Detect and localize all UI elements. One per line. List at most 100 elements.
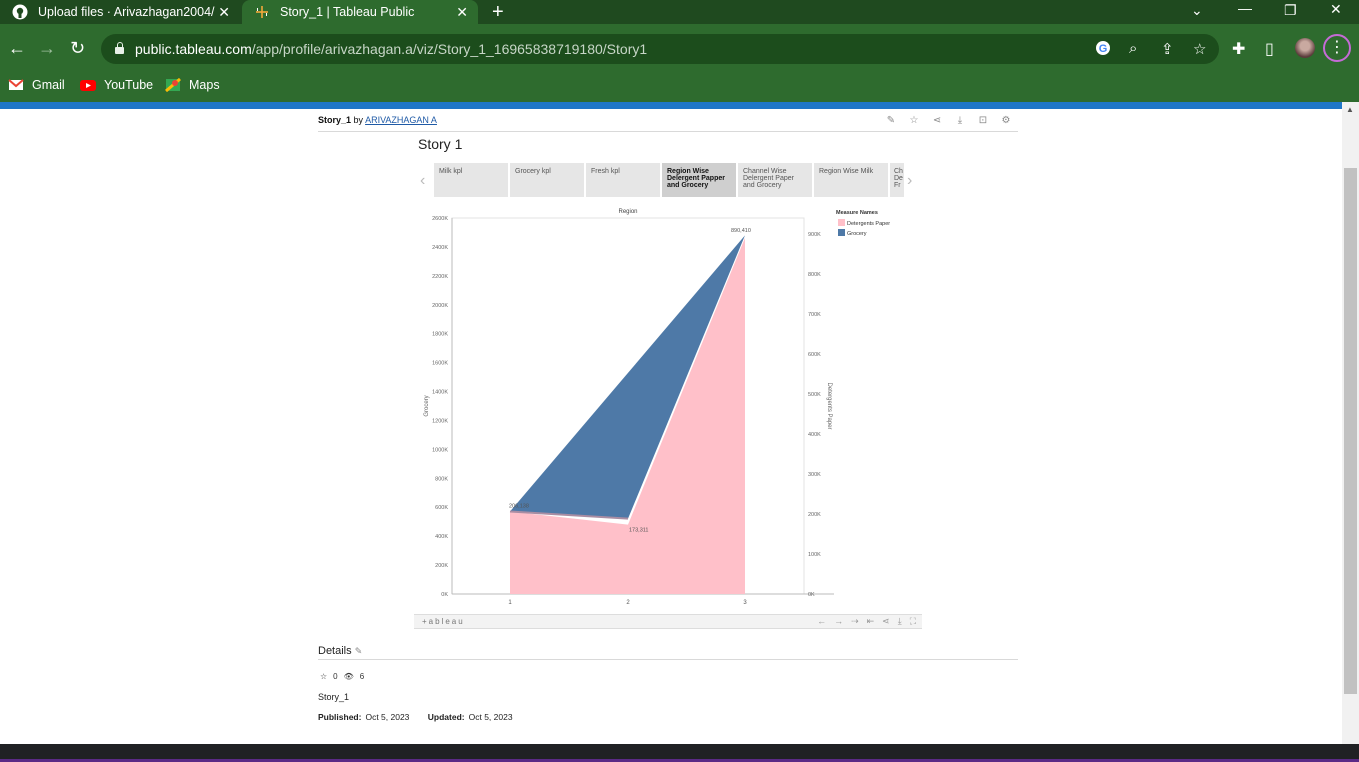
site-header-strip [0,102,1342,109]
reset-icon[interactable]: ⇤ [867,616,875,627]
viz-name: Story_1 [318,115,352,125]
side-panel-icon[interactable]: ▯ [1265,39,1274,59]
chart-title: Region [618,209,637,215]
youtube-icon [80,78,96,92]
forward-icon[interactable]: → [38,38,56,59]
gmail-icon [8,78,24,92]
scroll-up-icon[interactable]: ▲ [1346,105,1354,114]
bookmark-maps[interactable]: Maps [165,77,220,93]
share-icon[interactable]: ⋖ [882,616,890,627]
reload-icon[interactable]: ↻ [70,38,85,59]
tab-title: Story_1 | Tableau Public [280,5,415,19]
area-chart: 0K200K400K600K800K1000K1200K1400K1600K18… [424,209,890,606]
viz-dates: Published: Oct 5, 2023 Updated: Oct 5, 202… [318,712,513,722]
story-next-icon[interactable]: › [907,172,912,190]
restore-icon[interactable]: ❐ [1284,2,1297,19]
redo-icon[interactable]: → [834,616,843,627]
published-date: Oct 5, 2023 [365,712,410,722]
bookmark-label: Maps [189,78,220,92]
favorite-icon[interactable]: ☆ [907,115,921,126]
data-label: 173,311 [629,528,648,534]
revert-icon[interactable]: ⇢ [851,616,859,627]
bookmark-youtube[interactable]: YouTube [80,78,153,92]
tab-story-1[interactable]: Story_1 | Tableau Public ✕ [242,0,478,24]
bookmark-star-icon[interactable]: ☆ [1193,40,1206,58]
left-tick-label: 0K [441,592,448,598]
data-label: 206,138 [509,504,529,510]
right-tick-label: 400K [808,432,821,438]
bookmark-gmail[interactable]: Gmail [8,78,65,92]
left-tick-label: 2200K [432,274,448,280]
tab-title: Upload files · Arivazhagan2004/ [38,5,215,19]
close-icon[interactable]: ✕ [456,4,468,21]
favorite-icon[interactable]: ☆ [320,672,327,681]
right-tick-label: 800K [808,272,821,278]
story-point-channel-detergent-grocery[interactable]: Channel Wise Delergent Paper and Grocery [738,163,812,197]
story-point-partial[interactable]: Ch De Fr [890,163,904,197]
left-tick-label: 800K [435,476,448,482]
legend-title: Measure Names [836,210,878,216]
details-label: Details [318,645,352,657]
story-point-grocery-kpi[interactable]: Grocery kpl [510,163,584,197]
tableau-toolbar: +ableau ← → ⇢ ⇤ ⋖ ⤓ ⛶ [414,614,922,629]
viz-author-line: Story_1 by ARIVAZHAGAN A [318,115,437,125]
updated-date: Oct 5, 2023 [468,712,513,722]
viz-stats: ☆ 0 👁 6 [320,672,364,681]
story-point-region-detergent-grocery[interactable]: Region Wise Delergent Papper and Grocery [662,163,736,197]
bookmark-label: YouTube [104,78,154,92]
share-icon[interactable]: ⋖ [930,115,944,126]
extensions-icon[interactable]: ✚ [1232,39,1245,59]
edit-icon[interactable]: ✎ [355,646,363,656]
google-icon[interactable]: G [1095,40,1111,60]
viz-actions: ✎ ☆ ⋖ ⤓ ⊡ ⚙ [884,115,1013,126]
x-tick-label: 2 [626,600,630,606]
browser-tab-strip: Upload files · Arivazhagan2004/ ✕ Story_… [0,0,1359,24]
bookmarks-bar: Gmail YouTube Maps [0,74,1359,102]
story-point-fresh-kpi[interactable]: Fresh kpl [586,163,660,197]
download-icon[interactable]: ⤓ [898,616,902,627]
left-tick-label: 200K [435,563,448,569]
story-title: Story 1 [418,136,463,152]
tab-upload-files[interactable]: Upload files · Arivazhagan2004/ ✕ [0,0,240,24]
author-link[interactable]: ARIVAZHAGAN A [365,115,437,125]
data-label: 890,410 [731,228,751,234]
download-icon[interactable]: ⤓ [953,115,967,126]
x-tick-label: 1 [508,600,512,606]
story-prev-icon[interactable]: ‹ [420,172,425,190]
svg-text:G: G [1099,43,1108,55]
share-icon[interactable]: ⇪ [1161,40,1174,58]
viz-description: Story_1 [318,692,350,702]
edit-icon[interactable]: ✎ [884,115,898,126]
embed-icon[interactable]: ⊡ [976,115,990,126]
address-bar[interactable]: public.tableau.com/app/profile/arivazhag… [101,34,1219,64]
right-tick-label: 700K [808,312,821,318]
left-tick-label: 600K [435,505,448,511]
undo-icon[interactable]: ← [817,616,826,627]
scrollbar-thumb[interactable] [1344,168,1357,694]
url-text: public.tableau.com/app/profile/arivazhag… [135,41,648,57]
updated-label: Updated: [427,712,465,722]
minimize-icon[interactable]: — [1238,0,1252,16]
fullscreen-icon[interactable]: ⛶ [910,616,916,627]
chrome-menu-icon[interactable]: ⋮ [1323,34,1351,62]
divider [318,131,1018,132]
tab-search-icon[interactable]: ⌄ [1191,2,1203,19]
right-tick-label: 600K [808,352,821,358]
published-label: Published: [318,712,362,722]
right-axis-title: Detergents Paper [826,382,832,429]
settings-icon[interactable]: ⚙ [999,115,1013,126]
tableau-icon [254,4,270,20]
story-point-region-milk[interactable]: Region Wise Milk [814,163,888,197]
story-point-milk-kpi[interactable]: Milk kpl [434,163,508,197]
right-tick-label: 0K [808,592,815,598]
zoom-icon[interactable]: ⌕ [1129,40,1137,57]
legend-entry: Grocery [847,231,867,237]
x-tick-label: 3 [743,600,747,606]
back-icon[interactable]: ← [8,38,26,59]
close-icon[interactable]: ✕ [218,4,230,21]
new-tab-icon[interactable]: + [492,1,504,24]
close-window-icon[interactable]: ✕ [1330,1,1342,18]
legend-entry: Detergents Paper [847,221,890,227]
profile-avatar[interactable] [1295,38,1315,58]
right-tick-label: 300K [808,472,821,478]
